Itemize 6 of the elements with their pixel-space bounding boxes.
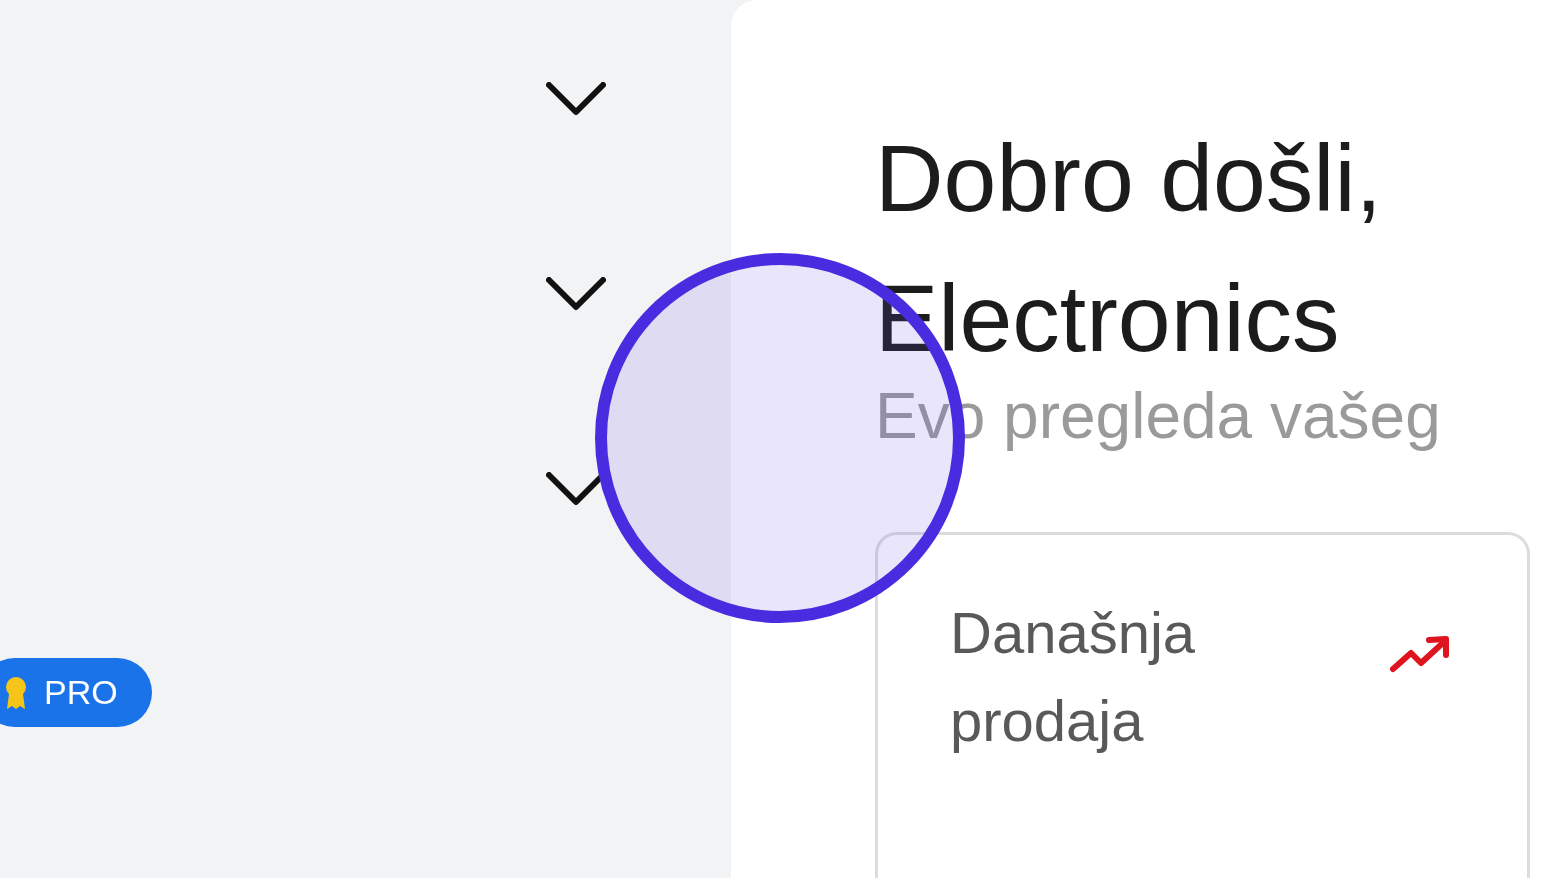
badge-label: PRO [44,673,118,712]
welcome-heading: Dobro došli, [875,124,1382,233]
chevron-down-icon[interactable] [546,82,606,118]
card-label: Današnja prodaja [950,599,1197,755]
award-icon [4,675,28,710]
chevron-down-icon[interactable] [546,277,606,313]
